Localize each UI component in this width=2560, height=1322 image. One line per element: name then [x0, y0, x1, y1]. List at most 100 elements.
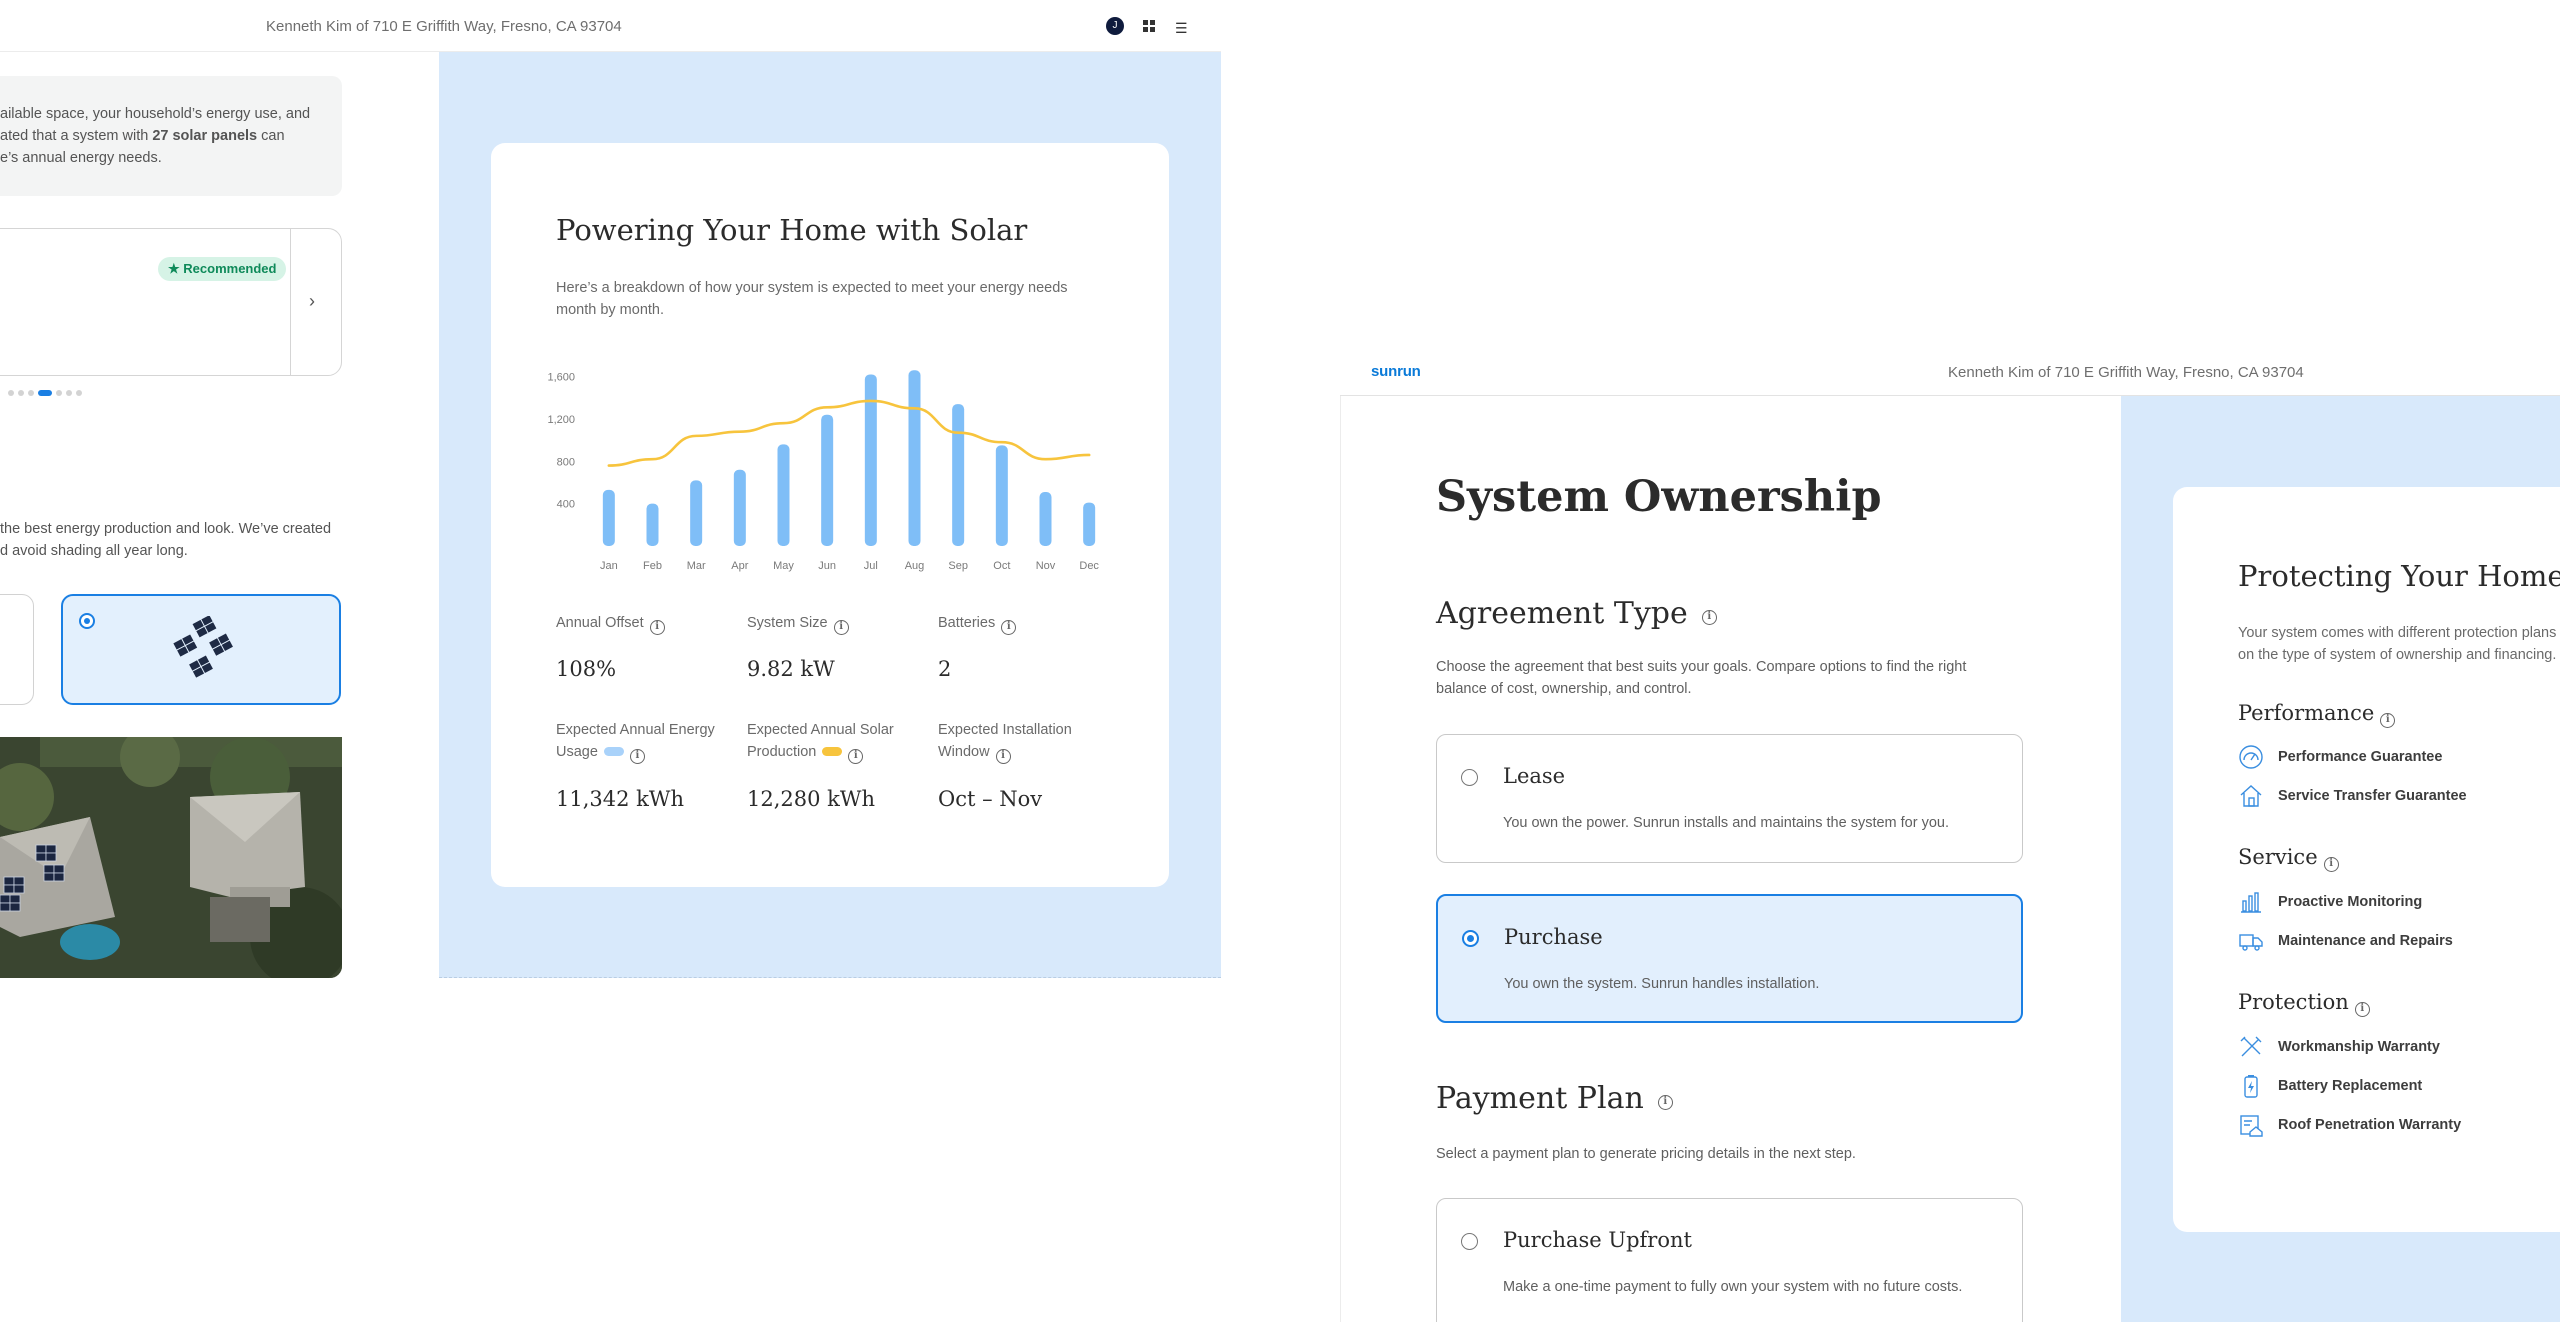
install-window-value: Oct – Nov: [938, 787, 1043, 811]
menu-icon[interactable]: ☰: [1175, 20, 1188, 37]
feature-maintenance-repairs: Maintenance and Repairs: [2238, 927, 2453, 955]
info-icon[interactable]: i: [833, 620, 849, 635]
carousel-dot[interactable]: [8, 390, 14, 396]
usage-bar: [690, 480, 703, 546]
production-line: [607, 399, 1091, 467]
purchase-upfront-title: Purchase Upfront: [1503, 1228, 1692, 1252]
layout-option-card[interactable]: [0, 594, 34, 705]
screen-edge: [1340, 348, 1341, 1322]
info-icon[interactable]: i: [2323, 857, 2339, 872]
customer-address: Kenneth Kim of 710 E Griffith Way, Fresn…: [1948, 364, 2304, 381]
monthly-energy-chart: 400 800 1,200 1,600 Jan Feb Mar Apr May Jun Jul Aug…: [547, 370, 1099, 572]
layout-option-card-selected[interactable]: [61, 594, 341, 705]
info-icon[interactable]: i: [995, 749, 1011, 764]
info-icon[interactable]: i: [2354, 1002, 2370, 1017]
lease-option[interactable]: Lease You own the power. Sunrun installs…: [1436, 734, 2023, 863]
x-tick-label: Jul: [864, 560, 878, 572]
usage-bar: [995, 445, 1008, 546]
carousel-dot[interactable]: [66, 390, 72, 396]
agreement-description: Choose the agreement that best suits you…: [1436, 659, 1967, 697]
page-title: System Ownership: [1436, 472, 1882, 522]
x-tick-label: Jan: [600, 560, 618, 572]
solar-layout-icon: [173, 616, 233, 678]
summary-line-3: e’s annual energy needs.: [0, 150, 162, 166]
monitoring-icon: [2241, 892, 2261, 913]
info-icon[interactable]: i: [629, 749, 645, 764]
info-icon[interactable]: i: [1657, 1095, 1673, 1110]
info-icon[interactable]: i: [2380, 713, 2396, 728]
y-tick-label: 1,600: [547, 372, 575, 384]
x-tick-label: Aug: [905, 560, 925, 572]
lease-title: Lease: [1503, 764, 1566, 788]
x-tick-label: Mar: [687, 560, 706, 572]
carousel-dot[interactable]: [56, 390, 62, 396]
purchase-radio[interactable]: [1462, 930, 1479, 947]
annual-production-value: 12,280 kWh: [747, 787, 875, 811]
info-icon[interactable]: i: [1001, 620, 1017, 635]
system-size-value: 9.82 kW: [747, 657, 835, 681]
usage-bar: [777, 444, 790, 546]
carousel-dot-active[interactable]: [38, 390, 52, 396]
feature-battery-replacement: Battery Replacement: [2238, 1072, 2422, 1100]
design-description: the best energy production and look. We’…: [0, 521, 332, 559]
carousel-dot[interactable]: [28, 390, 34, 396]
usage-bar: [733, 469, 746, 546]
group-performance: Performance i: [2238, 701, 2396, 728]
protection-subtitle: Your system comes with different protect…: [2238, 625, 2557, 663]
x-tick-label: Sep: [948, 560, 968, 572]
lease-radio[interactable]: [1461, 769, 1478, 786]
x-tick-label: May: [773, 560, 794, 572]
apps-grid-icon[interactable]: [1142, 19, 1156, 33]
purchase-upfront-radio[interactable]: [1461, 1233, 1478, 1250]
tools-icon: [2240, 1036, 2262, 1057]
feature-performance-guarantee: Performance Guarantee: [2238, 743, 2442, 771]
summary-line-2: ated that a system with 27 solar panels …: [0, 128, 285, 144]
protection-card: Protecting Your Home E Your system comes…: [2173, 487, 2560, 1232]
battery-icon: [2244, 1075, 2258, 1098]
annual-offset-value: 108%: [556, 657, 617, 681]
purchase-upfront-option[interactable]: Purchase Upfront Make a one-time payment…: [1436, 1198, 2023, 1322]
y-tick-label: 1,200: [547, 414, 575, 426]
x-tick-label: Feb: [643, 560, 662, 572]
chevron-right-icon[interactable]: ›: [309, 291, 315, 312]
recommended-badge: ★ Recommended: [158, 257, 287, 281]
card-divider: [290, 229, 291, 375]
usage-bar: [821, 414, 834, 546]
payment-description: Select a payment plan to generate pricin…: [1436, 1146, 1856, 1162]
aerial-roof-image: [0, 737, 342, 978]
annual-production-label: Expected Annual Solar Production i: [747, 719, 894, 764]
info-icon[interactable]: i: [649, 620, 665, 635]
batteries-value: 2: [938, 657, 952, 681]
sunrun-logo[interactable]: sunrun: [1371, 363, 1421, 380]
x-tick-label: Dec: [1079, 560, 1099, 572]
y-tick-label: 800: [557, 456, 575, 468]
star-icon: ★: [168, 261, 184, 276]
agreement-type-heading: Agreement Type i: [1436, 596, 1717, 631]
payment-plan-heading: Payment Plan i: [1436, 1081, 1673, 1116]
card-subtitle: Here’s a breakdown of how your system is…: [556, 280, 1068, 318]
card-title: Powering Your Home with Solar: [556, 213, 1028, 247]
right-header: sunrun Kenneth Kim of 710 E Griffith Way…: [1340, 348, 2560, 396]
group-protection: Protection i: [2238, 990, 2370, 1017]
x-tick-label: Oct: [993, 560, 1010, 572]
purchase-upfront-description: Make a one-time payment to fully own you…: [1503, 1279, 1963, 1295]
protection-title: Protecting Your Home E: [2238, 559, 2560, 593]
purchase-title: Purchase: [1504, 925, 1603, 949]
avatar[interactable]: J: [1106, 17, 1124, 35]
carousel-dots[interactable]: [8, 390, 82, 396]
layout-radio-selected[interactable]: [79, 613, 95, 629]
info-icon[interactable]: i: [1701, 610, 1717, 625]
usage-bar: [952, 404, 965, 546]
usage-bar: [1039, 492, 1052, 546]
install-window-label: Expected Installation Window i: [938, 719, 1072, 764]
annual-usage-value: 11,342 kWh: [556, 787, 684, 811]
recommended-option-card[interactable]: ★ Recommended ›: [0, 228, 342, 376]
purchase-description: You own the system. Sunrun handles insta…: [1504, 976, 1820, 992]
info-icon[interactable]: i: [848, 749, 864, 764]
x-tick-label: Jun: [818, 560, 836, 572]
purchase-option[interactable]: Purchase You own the system. Sunrun hand…: [1436, 894, 2023, 1023]
carousel-dot[interactable]: [76, 390, 82, 396]
left-header: Kenneth Kim of 710 E Griffith Way, Fresn…: [0, 0, 1221, 52]
carousel-dot[interactable]: [18, 390, 24, 396]
powering-home-card: Powering Your Home with Solar Here’s a b…: [491, 143, 1169, 887]
